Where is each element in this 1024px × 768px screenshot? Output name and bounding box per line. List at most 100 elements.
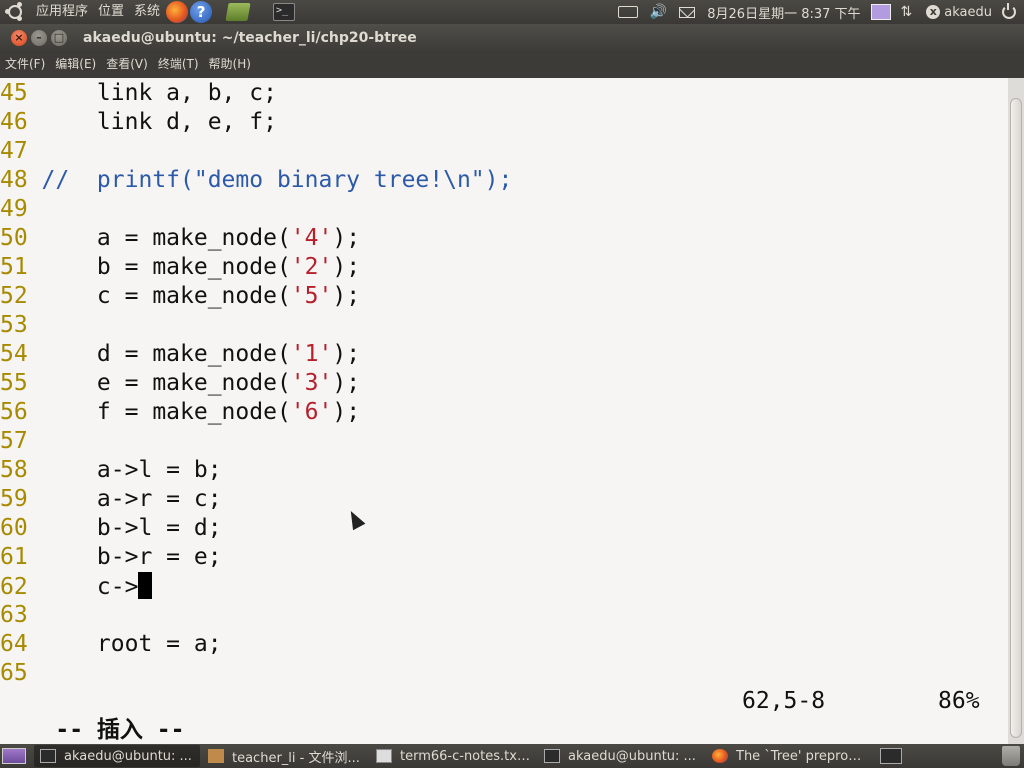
taskbar-label: term66-c-notes.txt-... — [400, 748, 530, 764]
line-number: 47 — [0, 138, 42, 164]
taskbar-label: teacher_li - 文件浏... — [232, 750, 360, 766]
code-text: ); — [332, 399, 361, 425]
code-line[interactable]: 48 // printf("demo binary tree!\n"); — [0, 166, 512, 195]
code-text: root = a; — [41, 631, 222, 657]
line-number: 57 — [0, 428, 42, 454]
menu-system[interactable]: 系统 — [129, 0, 165, 24]
line-number: 48 — [0, 167, 42, 193]
folder-icon — [208, 749, 224, 763]
code-line[interactable]: 47 — [0, 137, 42, 166]
code-text: ); — [332, 370, 361, 396]
taskbar-button[interactable]: teacher_li - 文件浏... — [202, 745, 368, 767]
menu-edit[interactable]: 编辑(E) — [50, 52, 101, 76]
code-line[interactable]: 60 b->l = d; — [0, 514, 222, 543]
menu-view[interactable]: 查看(V) — [101, 52, 153, 76]
scroll-percent: 86% — [938, 688, 980, 714]
code-text: ); — [332, 283, 361, 309]
code-line[interactable]: 52 c = make_node('5'); — [0, 282, 360, 311]
menu-places[interactable]: 位置 — [93, 0, 129, 24]
mail-icon[interactable] — [679, 6, 696, 18]
code-line[interactable]: 65 — [0, 659, 42, 688]
display-icon[interactable] — [870, 4, 891, 20]
show-desktop-button[interactable] — [2, 748, 26, 764]
char-literal: '3' — [290, 370, 333, 396]
code-line[interactable]: 54 d = make_node('1'); — [0, 340, 360, 369]
taskbar-button[interactable]: The `Tree' preproc... — [706, 745, 872, 767]
user-status-icon[interactable]: x — [926, 5, 941, 19]
trash-icon[interactable] — [1002, 746, 1020, 766]
code-line[interactable]: 56 f = make_node('6'); — [0, 398, 360, 427]
menu-file[interactable]: 文件(F) — [0, 52, 50, 76]
maximize-button[interactable]: □ — [51, 30, 67, 46]
code-line[interactable]: 49 — [0, 195, 42, 224]
code-line[interactable]: 59 a->r = c; — [0, 485, 222, 514]
line-number: 51 — [0, 254, 42, 280]
line-number: 65 — [0, 660, 42, 686]
char-literal: '1' — [290, 341, 333, 367]
line-number: 59 — [0, 486, 42, 512]
menu-help[interactable]: 帮助(H) — [204, 52, 256, 76]
code-text: link a, b, c; — [41, 80, 277, 106]
code-text: ); — [332, 341, 361, 367]
volume-icon[interactable]: 🔊 — [650, 4, 667, 20]
terminal-icon — [544, 749, 560, 763]
scrollbar[interactable] — [1008, 78, 1024, 744]
top-panel: 应用程序 位置 系统 ? >_ 🔊 8月26日星期一 8:37 下午 ⇅ x a… — [0, 0, 1024, 24]
power-icon[interactable] — [1002, 3, 1016, 19]
code-line[interactable]: 61 b->r = e; — [0, 543, 222, 572]
code-line[interactable]: 62 c-> — [0, 572, 153, 601]
help-launcher-icon[interactable]: ? — [190, 1, 213, 23]
ubuntu-logo-icon[interactable] — [5, 2, 25, 22]
scrollbar-thumb[interactable] — [1010, 98, 1022, 738]
task-list: akaedu@ubuntu: ... teacher_li - 文件浏... ter… — [34, 745, 874, 767]
vim-mode: -- 插入 -- — [55, 717, 185, 743]
line-number: 45 — [0, 80, 42, 106]
char-literal: '4' — [290, 225, 333, 251]
clock[interactable]: 8月26日星期一 8:37 下午 — [707, 3, 860, 22]
taskbar-button[interactable]: term66-c-notes.txt-... — [370, 745, 536, 767]
user-name[interactable]: akaedu — [944, 5, 992, 20]
char-literal: '2' — [290, 254, 333, 280]
code-line[interactable]: 57 — [0, 427, 42, 456]
close-button[interactable]: × — [11, 30, 27, 46]
taskbar-button[interactable]: akaedu@ubuntu: ... — [34, 745, 200, 767]
taskbar-label: The `Tree' preproc... — [736, 748, 866, 764]
code-text: a->r = c; — [41, 486, 222, 512]
code-text: a->l = b; — [41, 457, 222, 483]
firefox-launcher-icon[interactable] — [166, 1, 189, 23]
code-text: b->r = e; — [41, 544, 222, 570]
menu-applications[interactable]: 应用程序 — [31, 0, 93, 24]
line-number: 60 — [0, 515, 42, 541]
firefox-icon — [712, 749, 728, 763]
minimize-button[interactable]: – — [31, 30, 47, 46]
code-text: d = make_node( — [41, 341, 291, 367]
dictionary-launcher-icon[interactable] — [225, 3, 251, 21]
code-text: c = make_node( — [41, 283, 291, 309]
line-number: 50 — [0, 225, 42, 251]
workspace-switcher[interactable] — [880, 748, 902, 764]
keyboard-icon[interactable] — [617, 6, 638, 18]
terminal-area[interactable]: 45 link a, b, c; 46 link d, e, f; 47 48 //… — [0, 78, 1008, 744]
code-line[interactable]: 45 link a, b, c; — [0, 79, 277, 108]
code-line[interactable]: 46 link d, e, f; — [0, 108, 277, 137]
code-line[interactable]: 64 root = a; — [0, 630, 222, 659]
line-number: 55 — [0, 370, 42, 396]
code-line[interactable]: 58 a->l = b; — [0, 456, 222, 485]
code-text: ); — [332, 225, 361, 251]
code-line[interactable]: 53 — [0, 311, 42, 340]
line-number: 46 — [0, 109, 42, 135]
code-line[interactable]: 63 — [0, 601, 42, 630]
code-line[interactable]: 55 e = make_node('3'); — [0, 369, 360, 398]
code-text: c-> — [41, 574, 139, 600]
window-titlebar[interactable]: × – □ akaedu@ubuntu: ~/teacher_li/chp20-… — [0, 24, 1024, 52]
code-line[interactable]: 50 a = make_node('4'); — [0, 224, 360, 253]
network-icon[interactable]: ⇅ — [901, 4, 913, 20]
code-text: b->l = d; — [41, 515, 222, 541]
terminal-launcher-icon[interactable]: >_ — [273, 3, 296, 21]
menu-terminal[interactable]: 终端(T) — [153, 52, 204, 76]
line-number: 56 — [0, 399, 42, 425]
taskbar-button[interactable]: akaedu@ubuntu: ... — [538, 745, 704, 767]
char-literal: '6' — [290, 399, 333, 425]
taskbar-label: akaedu@ubuntu: ... — [64, 748, 192, 764]
code-line[interactable]: 51 b = make_node('2'); — [0, 253, 360, 282]
